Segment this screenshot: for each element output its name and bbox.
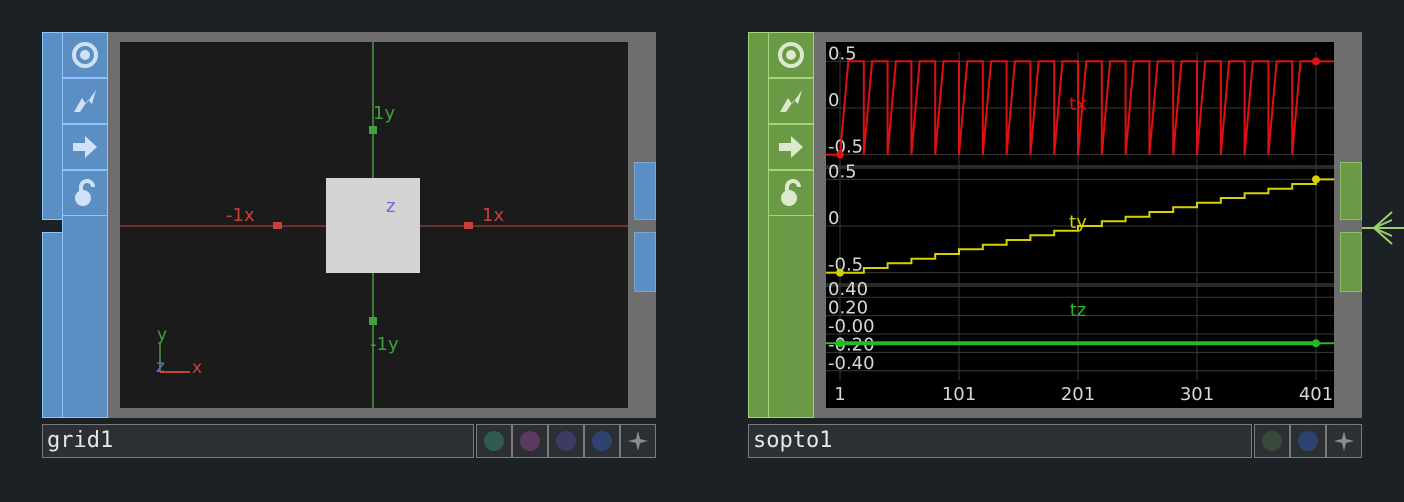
input-connector-lower[interactable] [42, 232, 64, 418]
cook-icon [74, 90, 96, 112]
export-icon [779, 136, 803, 158]
series-point-ty [836, 268, 844, 277]
output-connector[interactable] [634, 162, 656, 220]
flag-options[interactable] [1326, 424, 1362, 458]
flag-blue[interactable] [584, 424, 620, 458]
axis-y-neg-label: -1y [370, 334, 399, 355]
export-button[interactable] [62, 124, 108, 170]
grid1-node[interactable]: 1y -1y -1x 1x z y x z grid1 [42, 32, 656, 458]
series-label-ty: ty [1069, 212, 1087, 233]
y-tick-label: 0 [828, 90, 839, 111]
geometry-viewport[interactable]: 1y -1y -1x 1x z y x z [120, 42, 628, 408]
series-point-tz [836, 339, 844, 348]
output-connector-lower[interactable] [1340, 232, 1362, 292]
y-tick-label: 0 [828, 208, 839, 229]
lock-button[interactable] [62, 170, 108, 216]
sparkle-icon [628, 431, 648, 451]
y-tick-label: 0.5 [828, 161, 857, 182]
cook-icon [780, 90, 802, 112]
series-point-tz [1312, 339, 1320, 348]
series-point-tx [836, 150, 844, 159]
cook-button[interactable] [768, 78, 814, 124]
input-connector[interactable] [748, 32, 770, 418]
flag-violet-dot [556, 431, 576, 451]
sopto1-sidebar [748, 32, 814, 418]
viewer-active-button[interactable] [768, 32, 814, 78]
y-neg-handle[interactable] [369, 317, 377, 325]
flag-blue-dot [1298, 431, 1318, 451]
series-point-ty [1312, 175, 1320, 184]
axis-y-pos-label: 1y [373, 103, 395, 124]
lock-button[interactable] [768, 170, 814, 216]
x-tick-label: 201 [1061, 384, 1095, 405]
output-wire [1362, 211, 1404, 245]
flag-options[interactable] [620, 424, 656, 458]
node-name-field[interactable]: sopto1 [748, 424, 1252, 458]
lock-icon [781, 179, 801, 206]
export-button[interactable] [768, 124, 814, 170]
flag-teal[interactable] [476, 424, 512, 458]
flag-blue-dot [592, 431, 612, 451]
series-label-tz: tz [1070, 300, 1087, 321]
lane-separator [826, 165, 1334, 169]
cook-button[interactable] [62, 78, 108, 124]
grid1-viewer[interactable]: 1y -1y -1x 1x z y x z [108, 32, 656, 418]
grid1-sidebar [42, 32, 108, 418]
flag-green[interactable] [1254, 424, 1290, 458]
sopto1-viewer[interactable]: 1 101 201 301 401 0.5 0 -0.5 tx 0.5 0 -0.5 ty 0.40 0.2… [814, 32, 1362, 418]
flag-violet[interactable] [548, 424, 584, 458]
viewer-active-icon [72, 42, 98, 68]
y-pos-handle[interactable] [369, 126, 377, 134]
lane-separator [826, 283, 1334, 287]
grid-plane [326, 178, 420, 273]
flag-purple[interactable] [512, 424, 548, 458]
gizmo-z-label: z [156, 357, 165, 377]
series-label-tx: tx [1069, 94, 1087, 115]
series-point-tx [1312, 57, 1320, 66]
flag-purple-dot [520, 431, 540, 451]
output-connector-lower[interactable] [634, 232, 656, 292]
x-tick-label: 301 [1180, 384, 1214, 405]
sopto1-node[interactable]: 1 101 201 301 401 0.5 0 -0.5 tx 0.5 0 -0.5 ty 0.40 0.2… [748, 32, 1362, 458]
viewer-active-icon [778, 42, 804, 68]
gizmo-x-label: x [192, 358, 202, 378]
export-icon [73, 136, 97, 158]
x-tick-label: 101 [942, 384, 976, 405]
x-neg-handle[interactable] [273, 222, 282, 229]
input-connector[interactable] [42, 32, 64, 220]
flag-teal-dot [484, 431, 504, 451]
flag-green-dot [1262, 431, 1282, 451]
node-name-field[interactable]: grid1 [42, 424, 474, 458]
lock-icon [75, 179, 95, 206]
channel-chart[interactable]: 1 101 201 301 4010.50-0.5tx0.50-0.5ty0.400.2… [826, 42, 1334, 408]
axis-x-neg-label: -1x [226, 205, 255, 226]
x-tick-label: 1 [834, 384, 845, 405]
x-tick-label: 401 [1299, 384, 1333, 405]
axis-x-pos-label: 1x [482, 205, 504, 226]
viewer-active-button[interactable] [62, 32, 108, 78]
x-pos-handle[interactable] [464, 222, 473, 229]
y-tick-label: -0.40 [828, 353, 875, 374]
sparkle-icon [1334, 431, 1354, 451]
gizmo-y-label: y [157, 325, 167, 345]
output-connector[interactable] [1340, 162, 1362, 220]
z-axis-label: z [386, 196, 395, 217]
flag-blue[interactable] [1290, 424, 1326, 458]
